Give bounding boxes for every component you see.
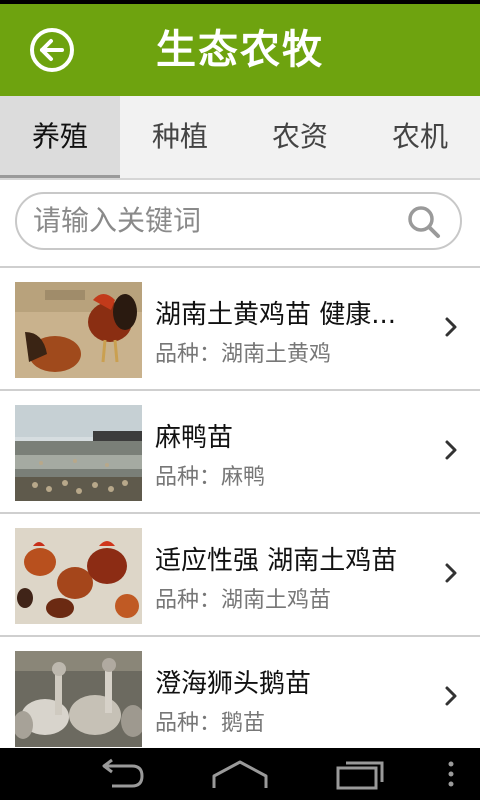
tab-supplies[interactable]: 农资 — [240, 96, 360, 178]
goose-flock-photo — [15, 651, 142, 747]
page-title: 生态农牧 — [156, 27, 324, 73]
search-bar — [0, 180, 480, 266]
nav-menu-icon[interactable] — [444, 758, 458, 790]
item-title: 适应性强 湖南土鸡苗 — [155, 546, 398, 576]
item-subtitle: 品种：鹅苗 — [155, 711, 266, 736]
category-tabs: 养殖 种植 农资 农机 — [0, 96, 480, 180]
list-item[interactable]: 适应性强 湖南土鸡苗 品种：湖南土鸡苗 — [0, 514, 480, 637]
chicken-yard-photo — [15, 282, 142, 378]
nav-home-icon[interactable] — [210, 758, 270, 790]
tab-planting[interactable]: 种植 — [120, 96, 240, 178]
nav-back-icon[interactable] — [92, 758, 148, 790]
item-title: 麻鸭苗 — [155, 423, 234, 453]
nav-recent-apps-icon[interactable] — [334, 758, 390, 790]
tab-machinery[interactable]: 农机 — [360, 96, 480, 178]
list-item[interactable]: 湖南土黄鸡苗 健康... 品种：湖南土黄鸡 — [0, 268, 480, 391]
item-title: 湖南土黄鸡苗 健康... — [155, 300, 397, 330]
system-nav-bar — [0, 748, 480, 800]
duck-pond-photo — [15, 405, 142, 501]
list-item[interactable]: 澄海狮头鹅苗 品种：鹅苗 — [0, 637, 480, 760]
item-subtitle: 品种：湖南土鸡苗 — [155, 588, 332, 613]
chevron-right-icon — [445, 317, 457, 337]
list-item[interactable]: 麻鸭苗 品种：麻鸭 — [0, 391, 480, 514]
chicken-flock-photo — [15, 528, 142, 624]
chevron-right-icon — [445, 440, 457, 460]
tab-breeding[interactable]: 养殖 — [0, 96, 120, 178]
app-bar: 生态农牧 — [0, 4, 480, 96]
item-subtitle: 品种：湖南土黄鸡 — [155, 342, 332, 367]
chevron-right-icon — [445, 686, 457, 706]
search-icon[interactable] — [406, 204, 442, 240]
search-input[interactable] — [33, 194, 393, 248]
chevron-right-icon — [445, 563, 457, 583]
search-box — [15, 192, 462, 250]
item-subtitle: 品种：麻鸭 — [155, 465, 266, 490]
item-title: 澄海狮头鹅苗 — [155, 669, 312, 699]
product-list: 湖南土黄鸡苗 健康... 品种：湖南土黄鸡 麻鸭苗 品种：麻鸭 适应性强 湖南土… — [0, 268, 480, 760]
